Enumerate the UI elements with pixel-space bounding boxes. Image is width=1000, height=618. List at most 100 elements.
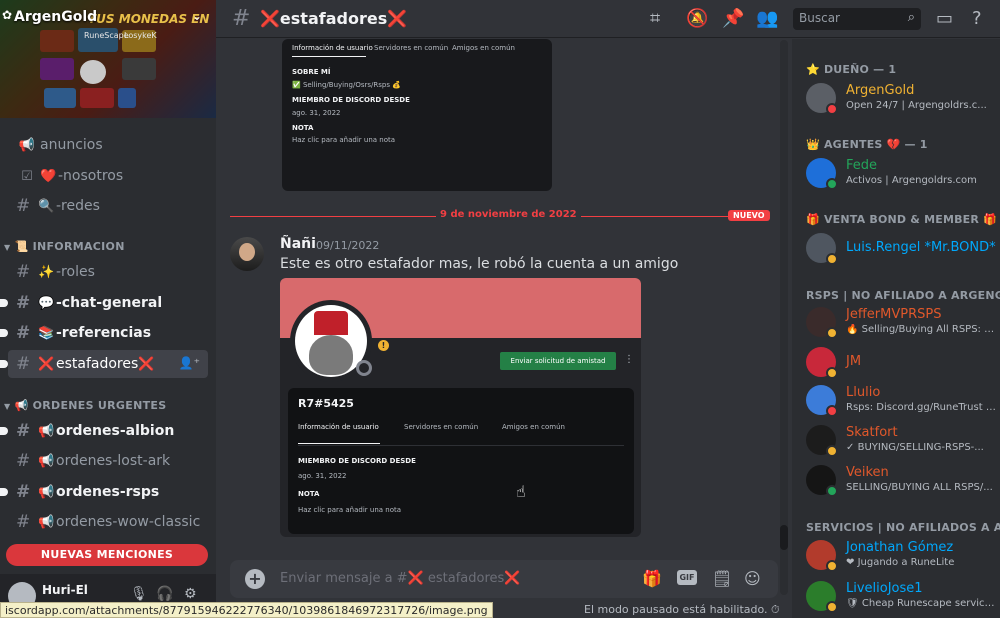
role-header: 🎁 VENTA BOND & MEMBER 🎁 [806, 213, 997, 226]
composer-placeholder: Enviar mensaje a #❌ estafadores❌ [280, 571, 521, 586]
members-icon[interactable]: 👥 [756, 8, 778, 29]
member-name: LivelioJose1 [846, 581, 923, 596]
member-item[interactable]: Skatfort ✓ BUYING/SELLING-RSPS-... [806, 423, 996, 459]
hashtag-icon: # [16, 421, 31, 441]
member-activity: 🛡 Cheap Runescape services!... [846, 598, 996, 609]
profile-tab[interactable]: Amigos en común [502, 423, 565, 431]
embed-heading: SOBRE MÍ [292, 68, 331, 76]
more-options-icon[interactable]: ⋮ [624, 354, 634, 365]
profile-tab[interactable]: Información de usuario [298, 423, 379, 431]
activity-text: Jugando a RuneLite [857, 557, 955, 568]
member-activity: Open 24/7 | Argengoldrs.c... [846, 100, 987, 111]
member-item[interactable]: JefferMVPRSPS 🔥 Selling/Buying All RSPS:… [806, 305, 996, 341]
fire-emoji: 🔥 [846, 324, 859, 335]
channel-label: ordenes-rsps [56, 484, 160, 500]
gif-icon[interactable]: GIF [677, 570, 697, 585]
category-label: INFORMACION [32, 240, 125, 253]
attachment-image[interactable]: Información de usuario Servidores en com… [282, 39, 552, 191]
chevron-down-icon[interactable]: ⌄ [192, 9, 202, 23]
scrollbar-thumb[interactable] [780, 525, 788, 550]
scrollbar[interactable] [780, 40, 788, 595]
member-activity: ❤ Jugando a RuneLite [846, 557, 996, 568]
search-input[interactable]: Buscar ⌕ [793, 8, 921, 30]
sticker-icon[interactable]: 🗒 [712, 569, 732, 588]
attachment-image[interactable]: ! Enviar solicitud de amistad ⋮ R7#5425 … [280, 278, 641, 537]
checkbox-icon: ☑ [21, 168, 33, 184]
channel-roles[interactable]: # ✨ -roles [8, 258, 208, 286]
headphones-icon[interactable]: 🎧 [156, 586, 173, 602]
profile-heading: NOTA [298, 490, 320, 498]
profile-tab[interactable]: Servidores en común [404, 423, 478, 431]
gift-icon[interactable]: 🎁 [642, 569, 662, 588]
member-item[interactable]: JM [806, 345, 996, 381]
megaphone-emoji: 📢 [38, 514, 55, 530]
avatar[interactable] [230, 237, 264, 271]
channel-chat-general[interactable]: # 💬 -chat-general [0, 289, 208, 317]
channel-anuncios[interactable]: 📢 anuncios [8, 131, 208, 159]
new-mentions-button[interactable]: NUEVAS MENCIONES [6, 544, 208, 566]
search-placeholder: Buscar [799, 11, 840, 25]
status-indicator [826, 253, 838, 265]
server-header[interactable]: TUS MONEDAS EN RuneScape LosykeK ✿ Argen… [0, 0, 216, 118]
pin-icon[interactable]: 📌 [722, 8, 744, 29]
member-item[interactable]: Fede Activos | Argengoldrs.com [806, 156, 996, 192]
message-author[interactable]: Ñañi [280, 236, 316, 252]
status-indicator [826, 405, 838, 417]
member-item[interactable]: Jonathan Gómez ❤ Jugando a RuneLite [806, 538, 996, 574]
embed-text: ago. 31, 2022 [292, 109, 341, 117]
help-icon[interactable]: ? [972, 8, 982, 29]
unread-indicator [0, 329, 8, 337]
clock-icon: ⏱ [771, 603, 780, 616]
books-emoji: 📚 [38, 325, 55, 341]
gear-icon[interactable]: ⚙ [184, 586, 197, 602]
mute-bell-icon[interactable]: 🔕 [686, 8, 708, 29]
channel-ordenes-rsps[interactable]: # 📢 ordenes-rsps [0, 478, 208, 506]
caret-icon: ▼ [4, 402, 11, 411]
message-composer[interactable]: + Enviar mensaje a #❌ estafadores❌ 🎁 GIF… [230, 560, 778, 598]
channel-estafadores[interactable]: # ❌ estafadores ❌ 👤⁺ [0, 350, 208, 378]
channel-ordenes-lost-ark[interactable]: # 📢 ordenes-lost-ark [8, 447, 208, 475]
status-indicator [826, 327, 838, 339]
channel-nosotros[interactable]: ☑ ❤️ -nosotros [8, 162, 208, 190]
hashtag-icon: # [16, 451, 31, 471]
search-icon: ⌕ [907, 10, 915, 25]
member-item[interactable]: Veiken SELLING/BUYING ALL RSPS/... [806, 463, 996, 499]
megaphone-emoji: 📢 [38, 423, 55, 439]
tab-underline [298, 443, 380, 444]
channel-label: ordenes-albion [56, 423, 175, 439]
member-activity: Activos | Argengoldrs.com [846, 175, 977, 186]
channel-label: ordenes-wow-classic [56, 514, 201, 530]
slowmode-text: El modo pausado está habilitado. [584, 603, 768, 616]
status-indicator [826, 445, 838, 457]
member-item[interactable]: Llulio Rsps: Discord.gg/RuneTrust //... [806, 383, 996, 419]
threads-icon[interactable]: ⌗ [650, 8, 660, 29]
channel-referencias[interactable]: # 📚 -referencias [0, 319, 208, 347]
emoji-icon[interactable]: ☺ [744, 569, 761, 588]
member-name: ArgenGold [846, 83, 915, 98]
profile-body: R7#5425 Información de usuario Servidore… [288, 388, 634, 534]
send-friend-request-button[interactable]: Enviar solicitud de amistad [500, 352, 616, 370]
role-header: ⭐ DUEÑO — 1 [806, 63, 896, 76]
role-title: VENTA BOND & MEMBER 🎁 [823, 213, 997, 226]
status-indicator [826, 103, 838, 115]
add-attachment-icon[interactable]: + [245, 569, 265, 589]
cross-emoji: ❌ [138, 356, 155, 372]
avatar-face [239, 243, 255, 261]
channel-redes[interactable]: # 🔍 -redes [8, 192, 208, 220]
message-list: Información de usuario Servidores en com… [216, 39, 786, 599]
channel-ordenes-albion[interactable]: # 📢 ordenes-albion [0, 417, 208, 445]
member-item[interactable]: Luis.Rengel *Mr.BOND* [806, 231, 996, 267]
microphone-icon[interactable]: 🎙 [130, 586, 148, 602]
role-title: RSPS | NO AFILIADO A ARGENGO... [806, 289, 1000, 302]
add-user-icon[interactable]: 👤⁺ [179, 356, 200, 370]
member-item[interactable]: ArgenGold Open 24/7 | Argengoldrs.c... [806, 81, 996, 117]
member-item[interactable]: LivelioJose1 🛡 Cheap Runescape services!… [806, 579, 996, 615]
inbox-icon[interactable]: ▭ [936, 8, 953, 29]
category-informacion[interactable]: ▼ 📜 INFORMACION [4, 240, 125, 253]
tab-underline [292, 56, 366, 57]
hashtag-icon: # [16, 354, 31, 374]
embed-tab: Servidores en común [374, 44, 449, 52]
channel-ordenes-wow-classic[interactable]: # 📢 ordenes-wow-classic [8, 508, 208, 536]
category-ordenes[interactable]: ▼ 📢 ORDENES URGENTES [4, 399, 166, 412]
member-name: Skatfort [846, 425, 898, 440]
